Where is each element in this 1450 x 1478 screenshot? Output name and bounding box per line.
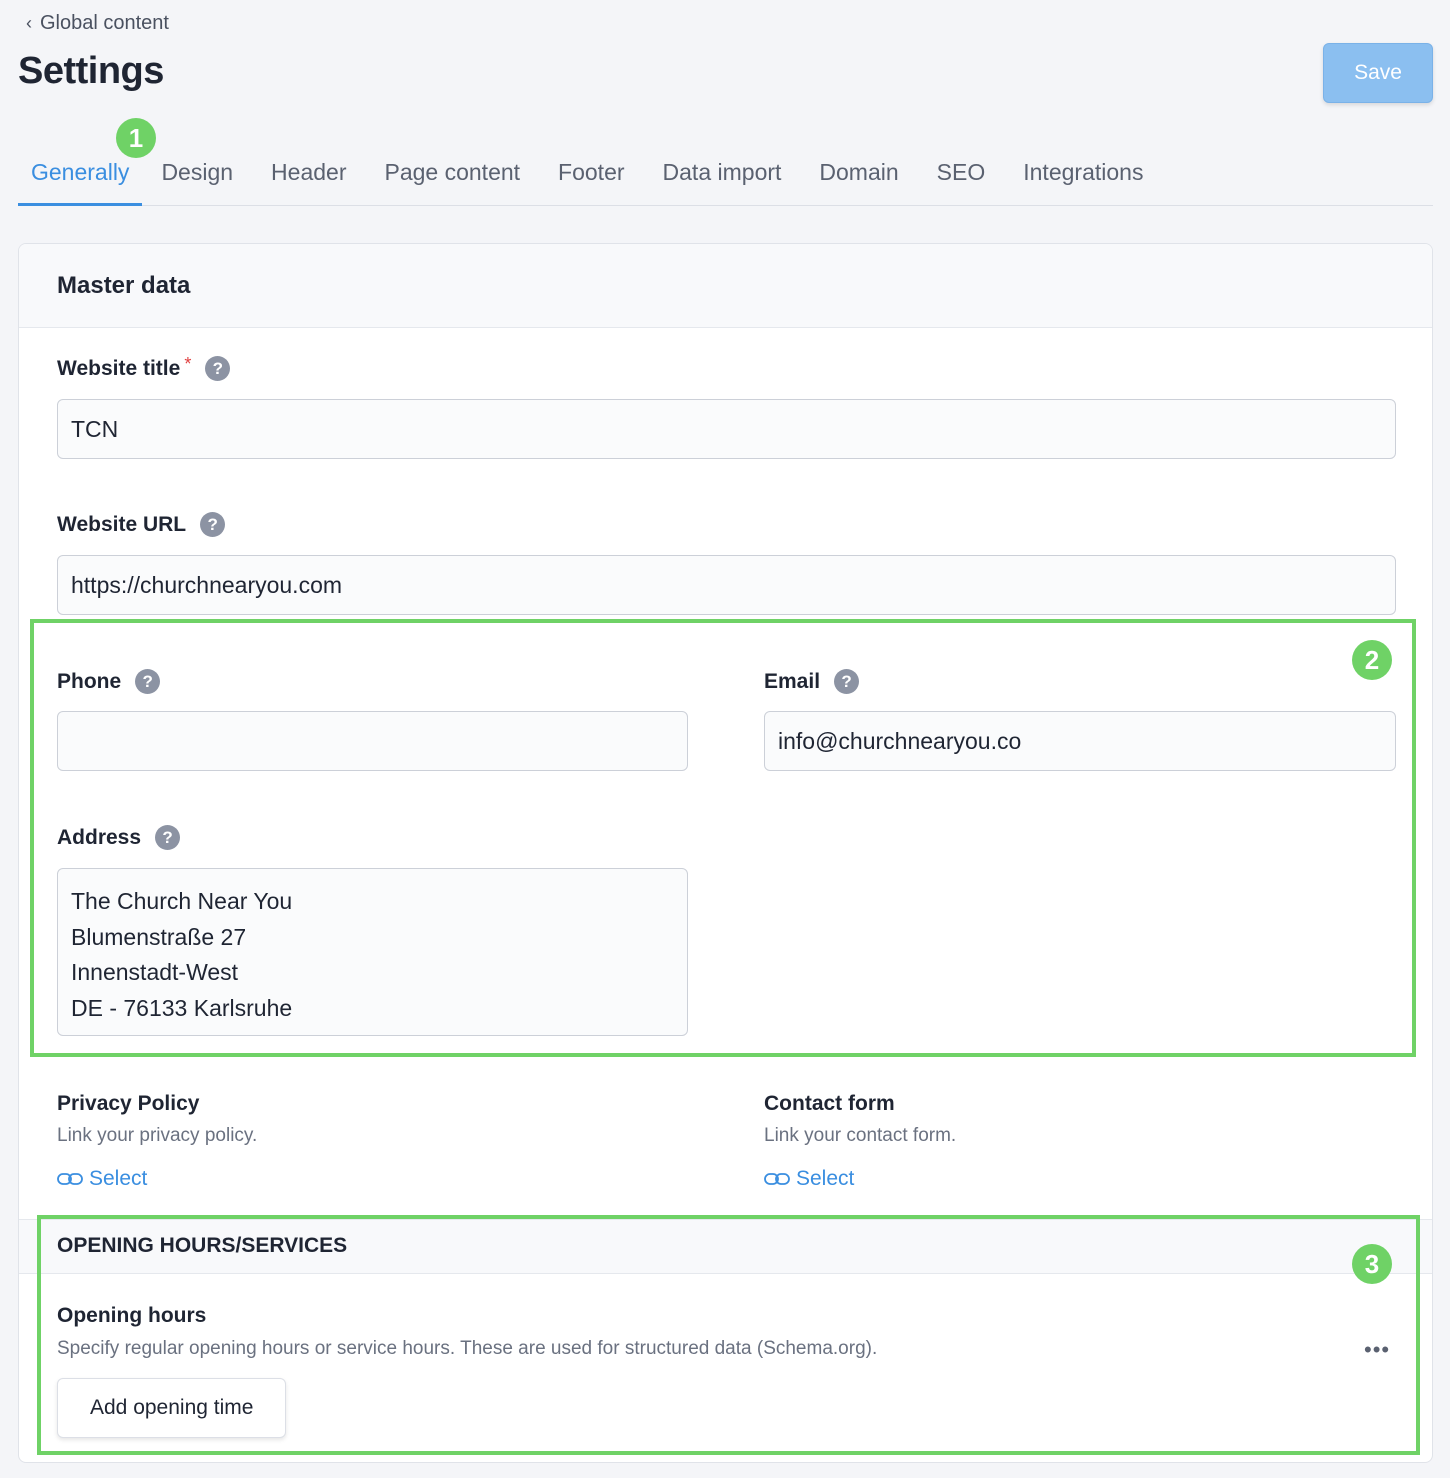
privacy-policy-select-link[interactable]: Select (57, 1167, 147, 1191)
address-line: The Church Near You (71, 888, 293, 914)
tab-generally[interactable]: Generally (18, 159, 143, 206)
email-input[interactable] (764, 711, 1396, 771)
email-label-text: Email (764, 669, 821, 693)
annotation-marker-1: 1 (116, 118, 156, 158)
required-marker: * (184, 354, 192, 374)
website-title-label: Website title * ? (57, 354, 231, 381)
tab-domain[interactable]: Domain (800, 159, 917, 205)
address-line: Innenstadt-West (71, 959, 239, 985)
question-circle-icon[interactable]: ? (135, 669, 161, 694)
question-circle-icon[interactable]: ? (834, 669, 860, 694)
privacy-policy-select-label: Select (89, 1167, 148, 1190)
address-line: DE - 76133 Karlsruhe (71, 994, 293, 1021)
tab-seo[interactable]: SEO (918, 159, 1005, 205)
website-url-input[interactable] (57, 555, 1396, 615)
email-label: Email ? (764, 669, 860, 694)
phone-label-text: Phone (57, 669, 122, 693)
opening-hours-section-title: OPENING HOURS/SERVICES (19, 1219, 1432, 1274)
phone-input[interactable] (57, 711, 688, 771)
annotation-marker-2: 2 (1352, 640, 1392, 680)
website-title-input[interactable] (57, 399, 1396, 459)
card-title: Master data (19, 244, 1432, 328)
tab-header[interactable]: Header (252, 159, 365, 205)
back-link[interactable]: ‹ Global content (26, 12, 169, 35)
save-button[interactable]: Save (1323, 43, 1433, 103)
opening-hours-label: Opening hours (57, 1304, 207, 1327)
more-dots-icon[interactable]: ••• (1364, 1337, 1390, 1363)
tab-bar: Generally Design Header Page content Foo… (18, 140, 1433, 206)
master-data-card: Master data Website title * ? Website UR… (18, 243, 1433, 1463)
website-url-label-text: Website URL (57, 512, 187, 536)
address-label-text: Address (57, 825, 142, 849)
link-icon (764, 1173, 790, 1185)
question-circle-icon[interactable]: ? (205, 356, 231, 381)
address-line: Blumenstraße 27 (71, 923, 247, 950)
page-title: Settings (18, 50, 164, 92)
question-circle-icon[interactable]: ? (200, 512, 226, 537)
address-label: Address ? (57, 825, 181, 850)
tab-footer[interactable]: Footer (539, 159, 643, 205)
add-opening-time-button[interactable]: Add opening time (57, 1378, 287, 1438)
address-textarea[interactable]: The Church Near You Blumenstraße 27 Inne… (57, 868, 688, 1036)
tab-data-import[interactable]: Data import (644, 159, 801, 205)
contact-form-select-link[interactable]: Select (764, 1167, 854, 1191)
chevron-left-icon: ‹ (26, 13, 32, 33)
link-icon (57, 1173, 83, 1185)
website-url-label: Website URL ? (57, 512, 226, 537)
contact-form-desc: Link your contact form. (764, 1125, 957, 1146)
privacy-policy-label: Privacy Policy (57, 1092, 200, 1115)
opening-hours-desc: Specify regular opening hours or service… (57, 1338, 878, 1359)
contact-form-label: Contact form (764, 1092, 895, 1115)
question-circle-icon[interactable]: ? (155, 825, 181, 850)
tab-integrations[interactable]: Integrations (1004, 159, 1162, 205)
annotation-marker-3: 3 (1352, 1244, 1392, 1284)
phone-label: Phone ? (57, 669, 161, 694)
website-title-label-text: Website title (57, 356, 181, 380)
privacy-policy-desc: Link your privacy policy. (57, 1125, 258, 1146)
tab-page-content[interactable]: Page content (365, 159, 539, 205)
contact-form-select-label: Select (796, 1167, 855, 1190)
tab-design[interactable]: Design (142, 159, 252, 205)
back-link-label: Global content (40, 12, 169, 34)
